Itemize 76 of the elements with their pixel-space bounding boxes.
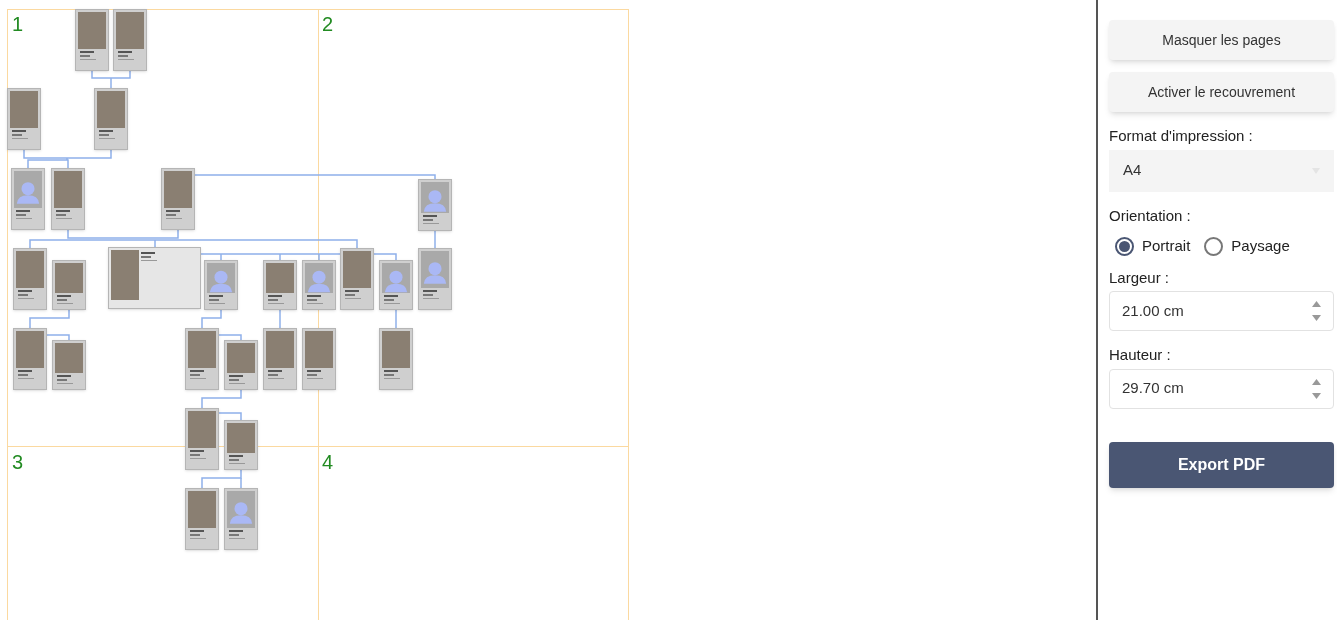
radio-option[interactable]: Paysage bbox=[1204, 235, 1290, 258]
photo-placeholder bbox=[188, 491, 216, 528]
field-label: Largeur : bbox=[1109, 267, 1171, 288]
connector-line bbox=[201, 309, 222, 329]
connector-line bbox=[279, 309, 281, 329]
photo-placeholder bbox=[16, 251, 44, 288]
photo-placeholder bbox=[227, 343, 255, 373]
number-input[interactable]: 29.70 cm bbox=[1109, 368, 1334, 409]
person-card[interactable] bbox=[418, 179, 452, 231]
person-card[interactable] bbox=[185, 488, 219, 550]
person-card[interactable] bbox=[224, 488, 258, 550]
person-card[interactable] bbox=[418, 248, 452, 310]
toggle-button[interactable]: Activer le recouvrement bbox=[1109, 72, 1334, 112]
person-card[interactable] bbox=[7, 88, 41, 150]
spinner-icon bbox=[1312, 377, 1321, 400]
person-card[interactable] bbox=[263, 260, 297, 310]
person-card[interactable] bbox=[94, 88, 128, 150]
field-label: Orientation : bbox=[1109, 205, 1192, 226]
photo-placeholder bbox=[10, 91, 38, 128]
person-card[interactable] bbox=[263, 328, 297, 390]
number-input[interactable]: 21.00 cm bbox=[1109, 291, 1334, 331]
connector-line bbox=[395, 309, 397, 329]
connector-line bbox=[46, 334, 70, 341]
photo-placeholder bbox=[97, 91, 125, 128]
page-number: 3 bbox=[12, 452, 24, 472]
photo-placeholder bbox=[266, 263, 294, 293]
photo-placeholder bbox=[266, 331, 294, 368]
toggle-button[interactable]: Masquer les pages bbox=[1109, 20, 1334, 60]
page-number: 4 bbox=[322, 452, 334, 472]
photo-placeholder bbox=[305, 331, 333, 368]
field-label: Format d'impression : bbox=[1109, 126, 1254, 146]
photo-placeholder bbox=[164, 171, 192, 208]
page-number: 2 bbox=[322, 14, 334, 34]
photo-placeholder bbox=[188, 331, 216, 368]
person-card[interactable] bbox=[13, 328, 47, 390]
person-card[interactable] bbox=[161, 168, 195, 230]
photo-placeholder bbox=[116, 12, 144, 49]
format-select[interactable]: A4 bbox=[1109, 149, 1334, 192]
field-label: Hauteur : bbox=[1109, 345, 1172, 365]
photo-placeholder bbox=[227, 423, 255, 453]
person-card[interactable] bbox=[108, 247, 201, 309]
person-card[interactable] bbox=[204, 260, 238, 310]
photo-placeholder bbox=[343, 251, 371, 288]
person-card[interactable] bbox=[11, 168, 45, 230]
photo-placeholder bbox=[55, 263, 83, 293]
person-card[interactable] bbox=[379, 328, 413, 390]
photo-placeholder bbox=[54, 171, 82, 208]
person-card[interactable] bbox=[224, 340, 258, 390]
photo-placeholder bbox=[16, 331, 44, 368]
photo-placeholder bbox=[111, 250, 139, 300]
person-card[interactable] bbox=[302, 260, 336, 310]
person-card[interactable] bbox=[52, 260, 86, 310]
person-card[interactable] bbox=[185, 408, 219, 470]
connector-line bbox=[218, 412, 242, 421]
photo-placeholder bbox=[78, 12, 106, 49]
photo-placeholder bbox=[188, 411, 216, 448]
radio-option[interactable]: Portrait bbox=[1115, 235, 1191, 258]
person-card[interactable] bbox=[13, 248, 47, 310]
person-card[interactable] bbox=[75, 9, 109, 71]
photo-placeholder bbox=[382, 331, 410, 368]
person-card[interactable] bbox=[51, 168, 85, 230]
page-number: 1 bbox=[12, 14, 24, 34]
person-card[interactable] bbox=[185, 328, 219, 390]
photo-placeholder bbox=[55, 343, 83, 373]
person-card[interactable] bbox=[224, 420, 258, 470]
connector-line bbox=[434, 230, 436, 249]
person-card[interactable] bbox=[113, 9, 147, 71]
connector-line bbox=[218, 334, 242, 341]
connector-line bbox=[29, 309, 70, 329]
person-card[interactable] bbox=[340, 248, 374, 310]
spinner-icon bbox=[1312, 300, 1321, 322]
connector-line bbox=[201, 389, 242, 409]
person-card[interactable] bbox=[302, 328, 336, 390]
person-card[interactable] bbox=[379, 260, 413, 310]
export-button[interactable]: Export PDF bbox=[1109, 441, 1334, 488]
person-card[interactable] bbox=[52, 340, 86, 390]
